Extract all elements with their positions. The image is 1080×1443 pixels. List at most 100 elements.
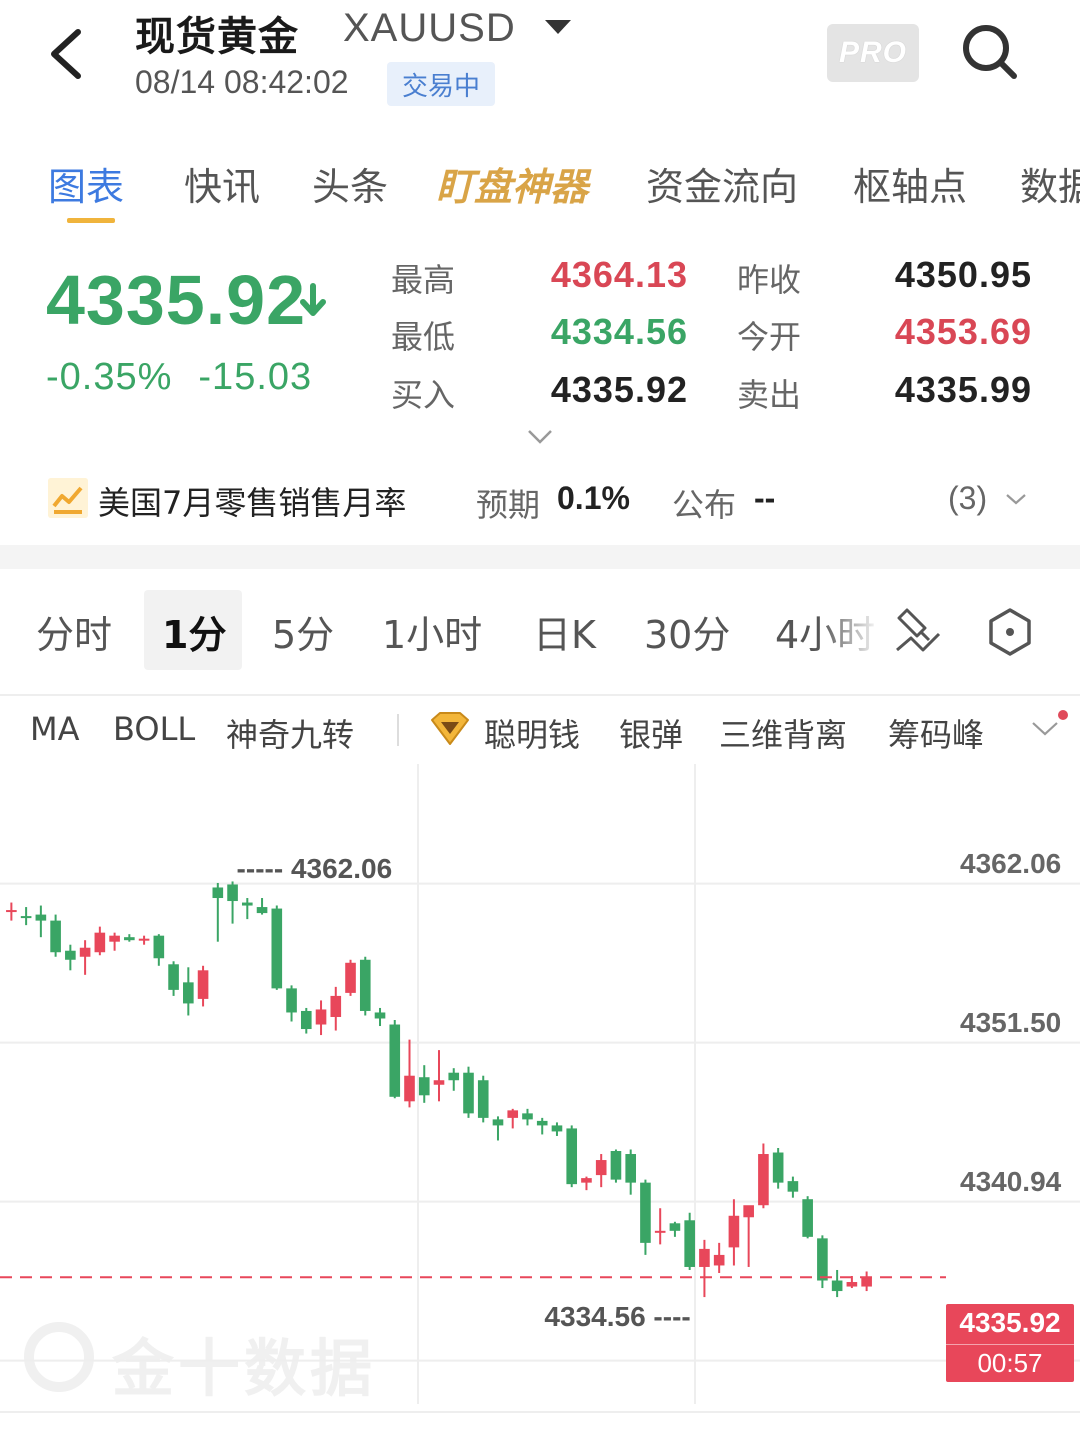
candle-body [94,932,106,953]
candle-body [861,1277,872,1287]
candle-body [640,1182,651,1243]
candle-body [389,1024,401,1097]
candle-body [241,902,253,906]
candle-body [699,1248,710,1267]
indicator-ma[interactable]: MA [30,710,80,748]
content-tabs: 图表 快讯 头条 盯盘神器 资金流向 枢轴点 数据 [0,150,1080,230]
tab-fund-flow[interactable]: 资金流向 [646,156,798,211]
tab-monitor-tool[interactable]: 盯盘神器 [436,156,588,211]
candle-body [831,1280,843,1292]
tab-flash-news[interactable]: 快讯 [184,156,260,211]
forecast-value: 0.1% [557,480,630,516]
candle-body [65,950,76,960]
divider [0,694,1080,696]
high-marker-label: ----- 4362.06 [236,853,393,885]
period-timeshare[interactable]: 分时 [36,604,112,659]
candle-body [138,938,150,941]
period-5min[interactable]: 5分 [272,604,334,659]
candle-body [153,935,165,959]
expand-chevron-icon[interactable] [526,428,554,446]
tab-pivot-points[interactable]: 枢轴点 [853,156,967,211]
price-tag-separator [946,1344,1074,1345]
candle-body [286,988,297,1013]
candle-body [522,1113,533,1120]
back-arrow-icon[interactable] [38,22,98,86]
candle-body [595,1160,607,1176]
tab-data[interactable]: 数据 [1020,156,1080,211]
candle-body [551,1125,563,1132]
low-marker-label: 4334.56 ---- [544,1301,691,1333]
current-price-tag-value: 4335.92 [959,1307,1061,1338]
quote-datetime: 08/14 08:42:02 [135,64,349,100]
pro-button[interactable]: PRO [827,24,919,82]
ask-label: 卖出 [737,376,802,414]
candle-body [433,1080,445,1085]
candle-body [684,1220,695,1267]
candle-body [610,1151,622,1180]
chart-canvas[interactable] [0,764,1080,1443]
candle-body [197,970,209,999]
instrument-symbol[interactable]: XAUUSD [343,6,516,51]
indicator-smart-money[interactable]: 聪明钱 [484,710,580,756]
settings-hexagon-icon[interactable] [986,606,1034,658]
candle-body [802,1199,813,1237]
candle-body [448,1072,460,1081]
indicator-magic-nine[interactable]: 神奇九转 [226,710,354,756]
period-daily[interactable]: 日K [533,604,596,659]
trading-status-badge: 交易中 [387,62,495,106]
event-count: (3) [948,480,988,516]
candle-body [50,920,61,953]
candle-body [35,914,47,921]
period-30min[interactable]: 30分 [644,604,730,659]
candle-body [566,1128,578,1185]
y-axis-tick-label: 4351.50 [960,1006,1062,1038]
indicator-chip-peak[interactable]: 筹码峰 [888,710,984,756]
candle-body [743,1205,754,1218]
chevron-down-icon[interactable] [1030,720,1060,738]
active-tab-indicator [67,218,115,223]
candle-body [477,1080,489,1118]
actual-label: 公布 [672,486,737,524]
candle-body [817,1238,828,1281]
bid-label: 买入 [391,376,456,414]
candle-body [374,1012,386,1019]
search-icon[interactable] [958,20,1020,82]
caret-down-icon[interactable] [545,20,571,34]
candle-body [227,884,238,902]
chevron-down-icon[interactable] [1004,492,1028,506]
current-price-tag: 4335.92 00:57 [946,1304,1074,1382]
low-value: 4334.56 [550,311,688,352]
candle-body [168,964,179,990]
trend-chart-icon [48,478,88,518]
section-divider [0,545,1080,569]
bid-value: 4335.92 [550,369,688,410]
candlestick-chart[interactable]: 金十数据 4362.064351.504340.944330.38 ----- … [0,764,1080,1443]
candle-body [79,947,91,957]
candle-body [581,1178,592,1183]
candle-body [669,1223,681,1231]
candle-body [507,1110,519,1118]
tab-headlines[interactable]: 头条 [312,156,388,211]
diamond-icon [431,712,469,745]
change-percent: -0.35% [46,356,173,398]
candle-body [846,1282,858,1287]
forecast-label: 预期 [476,486,541,524]
last-price: 4335.92 [46,261,307,339]
indicator-boll[interactable]: BOLL [113,710,195,748]
candle-body [109,935,120,942]
indicator-silver-bullet[interactable]: 银弹 [619,710,683,756]
period-1hour[interactable]: 1小时 [382,604,482,659]
candle-body [772,1152,784,1183]
economic-event-row[interactable]: 美国7月零售销售月率 预期 0.1% 公布 -- (3) [0,468,1080,530]
indicator-3d-divergence[interactable]: 三维背离 [719,710,847,756]
indicator-selector: MA BOLL 神奇九转 聪明钱 银弹 三维背离 筹码峰 [0,700,1080,762]
prev-close-value: 4350.95 [894,254,1032,295]
candle-body [6,910,17,913]
candle-body [758,1154,769,1206]
tab-chart[interactable]: 图表 [48,156,124,211]
price-change: -0.35% -15.03 [46,356,312,399]
drawing-tool-icon[interactable] [893,604,945,656]
period-1min[interactable]: 1分 [162,604,226,659]
candle-body [728,1215,740,1248]
high-label: 最高 [391,261,456,299]
